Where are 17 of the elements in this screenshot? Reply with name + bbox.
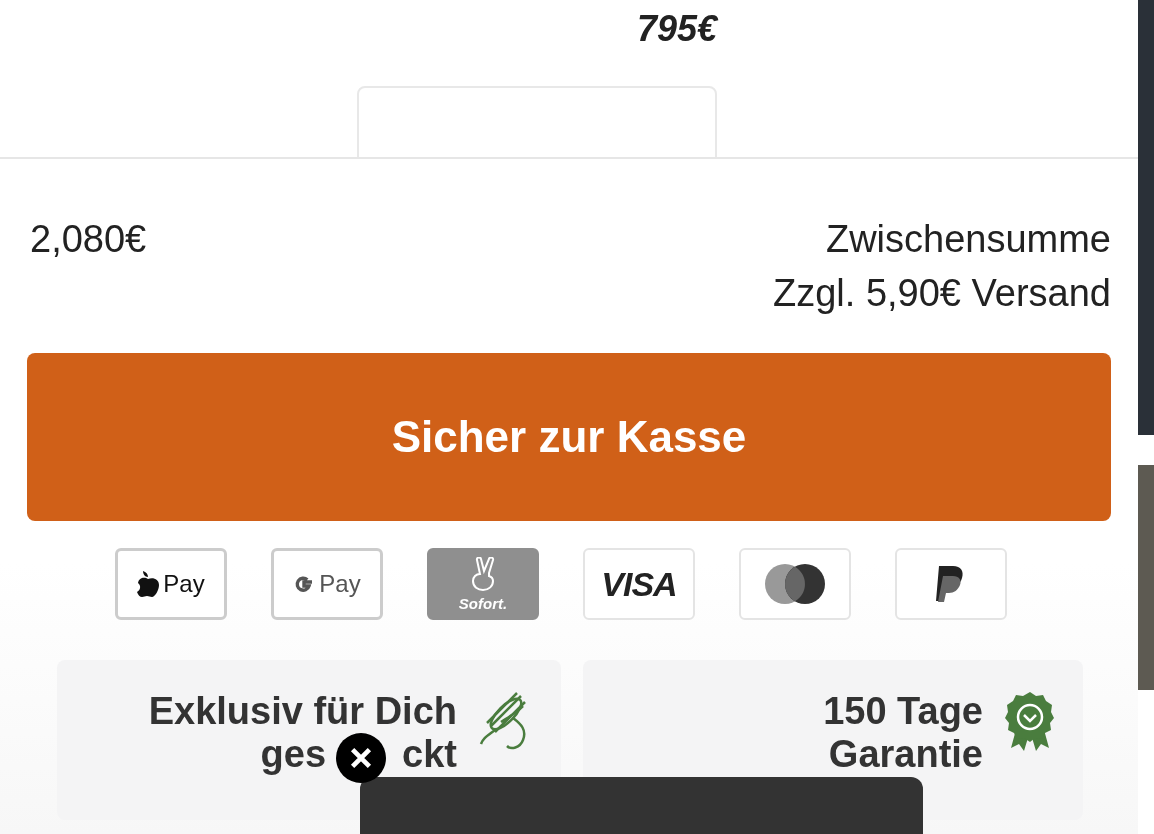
apple-pay-option[interactable]: Pay bbox=[115, 548, 227, 620]
subtotal-amount: 2,080€ bbox=[30, 219, 147, 262]
shipping-note: Zzgl. 5,90€ Versand bbox=[773, 273, 1111, 313]
paypal-logo-icon bbox=[895, 548, 1007, 620]
mastercard-logo-icon bbox=[739, 548, 851, 620]
apple-icon bbox=[137, 571, 160, 597]
subtotal-label: Zwischensumme bbox=[825, 219, 1111, 259]
checkout-button[interactable]: Sicher zur Kasse bbox=[27, 353, 1111, 521]
feature-text: 150 Tage bbox=[822, 690, 983, 733]
feature-text: Garantie bbox=[828, 733, 983, 776]
feature-text: ckt bbox=[402, 733, 457, 776]
award-badge-icon bbox=[1003, 690, 1057, 752]
feature-text: ges bbox=[260, 733, 327, 776]
feature-text: Exklusiv für Dich bbox=[147, 690, 457, 733]
visa-logo: VISA bbox=[583, 548, 695, 620]
google-pay-option[interactable]: Pay bbox=[271, 548, 383, 620]
product-price: 795€ bbox=[636, 8, 717, 50]
